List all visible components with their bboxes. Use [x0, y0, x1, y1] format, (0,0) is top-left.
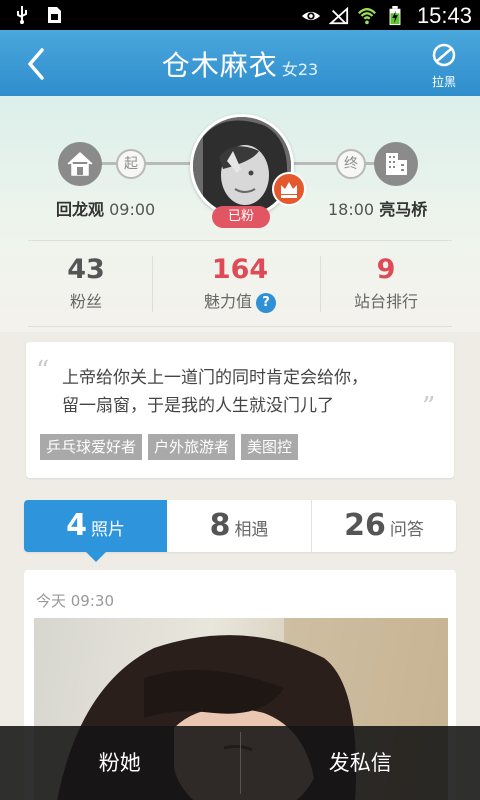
block-label: 拉黑	[431, 75, 456, 89]
header-title-group: 仓木麻衣 女23	[0, 44, 480, 84]
stat-charm-label: 魅力值	[203, 292, 252, 311]
start-tag: 起	[116, 149, 146, 179]
start-time: 09:00	[109, 200, 156, 219]
tab-qa-count: 26	[344, 508, 386, 543]
divider	[28, 240, 452, 241]
status-time: 15:43	[416, 3, 472, 28]
stat-fans[interactable]: 43 粉丝	[6, 254, 166, 312]
block-button[interactable]: 拉黑	[424, 42, 464, 90]
tab-qa[interactable]: 26 问答	[312, 500, 456, 552]
end-time: 18:00	[328, 200, 375, 219]
tab-encounters-label: 相遇	[234, 520, 269, 540]
tab-photos-count: 4	[66, 508, 87, 543]
wifi-icon	[357, 8, 376, 25]
start-place: 回龙观	[56, 200, 105, 219]
tag-item[interactable]: 户外旅游者	[148, 434, 236, 460]
send-message-button[interactable]: 发私信	[241, 726, 480, 800]
profile-gender-age: 女23	[281, 60, 319, 79]
open-quote-mark: “	[36, 356, 50, 386]
route-line-left	[100, 162, 192, 165]
end-place: 亮马桥	[379, 200, 428, 219]
status-bar: 15:43	[0, 0, 480, 30]
profile-section: 起 终 回龙观 09:00 18:00 亮马桥 已粉 43 粉丝 164 魅力值…	[0, 96, 480, 332]
tag-list: 乒乓球爱好者 户外旅游者 美图控	[40, 434, 299, 460]
tag-item[interactable]: 美图控	[241, 434, 299, 460]
no-signal-icon	[328, 6, 349, 25]
usb-icon	[17, 6, 27, 24]
signature-line-2: 留一扇窗，于是我的人生就没门儿了	[62, 396, 334, 416]
tab-photos-label: 照片	[90, 520, 125, 540]
bottom-action-bar: 粉她 发私信	[0, 726, 480, 800]
app-header: 仓木麻衣 女23 拉黑	[0, 30, 480, 96]
tab-photos[interactable]: 4 照片	[24, 500, 167, 562]
crown-badge	[272, 172, 306, 206]
crown-icon	[281, 182, 297, 198]
sim-icon	[48, 7, 61, 23]
block-icon	[432, 43, 456, 67]
post-time: 今天 09:30	[36, 592, 114, 610]
stat-charm-value: 164	[211, 254, 269, 285]
battery-charging-icon	[389, 6, 401, 26]
signature-card: “ 上帝给你关上一道门的同时肯定会给你， 留一扇窗，于是我的人生就没门儿了 ” …	[26, 342, 454, 478]
stats-row: 43 粉丝 164 魅力值? 9 站台排行	[0, 254, 480, 318]
tab-qa-label: 问答	[389, 520, 424, 540]
close-quote-mark: ”	[422, 392, 436, 422]
start-node	[58, 142, 102, 186]
stat-rank-value: 9	[376, 254, 396, 285]
end-route-text: 18:00 亮马桥	[328, 196, 427, 220]
tag-item[interactable]: 乒乓球爱好者	[40, 434, 143, 460]
office-building-icon	[386, 153, 407, 175]
end-tag: 终	[336, 149, 366, 179]
eye-icon	[301, 11, 321, 21]
stat-rank[interactable]: 9 站台排行	[306, 254, 466, 312]
profile-name: 仓木麻衣	[161, 49, 278, 82]
tab-encounters-count: 8	[209, 508, 231, 543]
stat-divider	[152, 256, 153, 312]
tab-encounters[interactable]: 8 相遇	[167, 500, 311, 552]
divider	[28, 326, 452, 327]
stat-fans-value: 43	[67, 254, 105, 285]
stat-rank-label: 站台排行	[353, 292, 418, 311]
stat-fans-label: 粉丝	[69, 292, 102, 311]
home-icon	[67, 151, 93, 176]
end-node	[374, 142, 418, 186]
followed-badge: 已粉	[212, 206, 270, 228]
follow-button[interactable]: 粉她	[0, 726, 240, 800]
signature-text: 上帝给你关上一道门的同时肯定会给你， 留一扇窗，于是我的人生就没门儿了	[62, 364, 418, 420]
stat-charm[interactable]: 164 魅力值?	[160, 254, 320, 313]
start-route-text: 回龙观 09:00	[56, 196, 155, 220]
content-tabs: 4 照片 8 相遇 26 问答	[24, 500, 456, 562]
help-icon[interactable]: ?	[256, 293, 276, 313]
signature-line-1: 上帝给你关上一道门的同时肯定会给你，	[62, 368, 368, 388]
